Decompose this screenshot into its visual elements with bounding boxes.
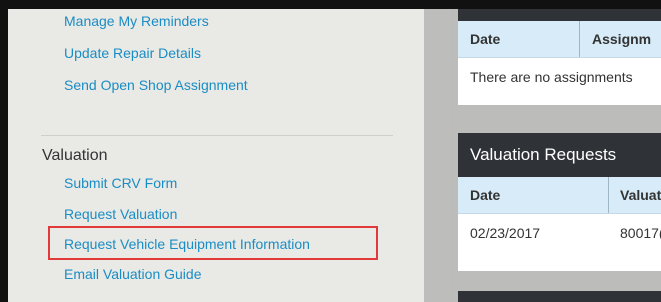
column-separator <box>579 21 580 57</box>
send-open-shop-assignment-link[interactable]: Send Open Shop Assignment <box>64 77 248 94</box>
row-date: 02/23/2017 <box>470 225 541 241</box>
empty-message: There are no assignments <box>470 69 633 85</box>
request-valuation-link[interactable]: Request Valuation <box>64 206 177 223</box>
valuation-section-title: Valuation <box>42 147 108 164</box>
update-repair-details-link[interactable]: Update Repair Details <box>64 45 201 62</box>
valuation-requests-header: Valuation Requests <box>458 133 661 177</box>
right-panel: Date Assignm There are no assignments Va… <box>450 9 661 302</box>
table-row[interactable]: 02/23/2017 80017( <box>458 214 661 252</box>
pane-gutter <box>424 9 450 302</box>
screen-frame: Manage My Reminders Update Repair Detail… <box>8 9 661 302</box>
row-valuation-id[interactable]: 80017( <box>620 214 661 252</box>
request-vehicle-equipment-information-link[interactable]: Request Vehicle Equipment Information <box>64 236 310 253</box>
email-valuation-guide-link[interactable]: Email Valuation Guide <box>64 266 201 283</box>
assignments-card-header <box>458 9 661 21</box>
left-sidebar: Manage My Reminders Update Repair Detail… <box>8 9 424 302</box>
assignments-table-header: Date Assignm <box>458 21 661 58</box>
manage-my-reminders-link[interactable]: Manage My Reminders <box>64 13 209 30</box>
valuation-requests-card: Valuation Requests Date Valuat 02/23/201… <box>458 133 661 271</box>
assignments-empty-row: There are no assignments <box>458 58 661 96</box>
sidebar-divider <box>41 135 393 136</box>
submit-crv-form-link[interactable]: Submit CRV Form <box>64 175 177 192</box>
next-card <box>458 291 661 302</box>
valuation-requests-title: Valuation Requests <box>470 145 617 164</box>
valuation-requests-table-header: Date Valuat <box>458 177 661 214</box>
column-separator <box>608 177 609 213</box>
column-header-date[interactable]: Date <box>470 21 500 57</box>
next-card-header <box>458 291 661 302</box>
column-header-assignment[interactable]: Assignm <box>592 21 651 57</box>
assignments-card: Date Assignm There are no assignments <box>458 9 661 105</box>
column-header-valuation[interactable]: Valuat <box>620 177 661 213</box>
column-header-date[interactable]: Date <box>470 177 500 213</box>
